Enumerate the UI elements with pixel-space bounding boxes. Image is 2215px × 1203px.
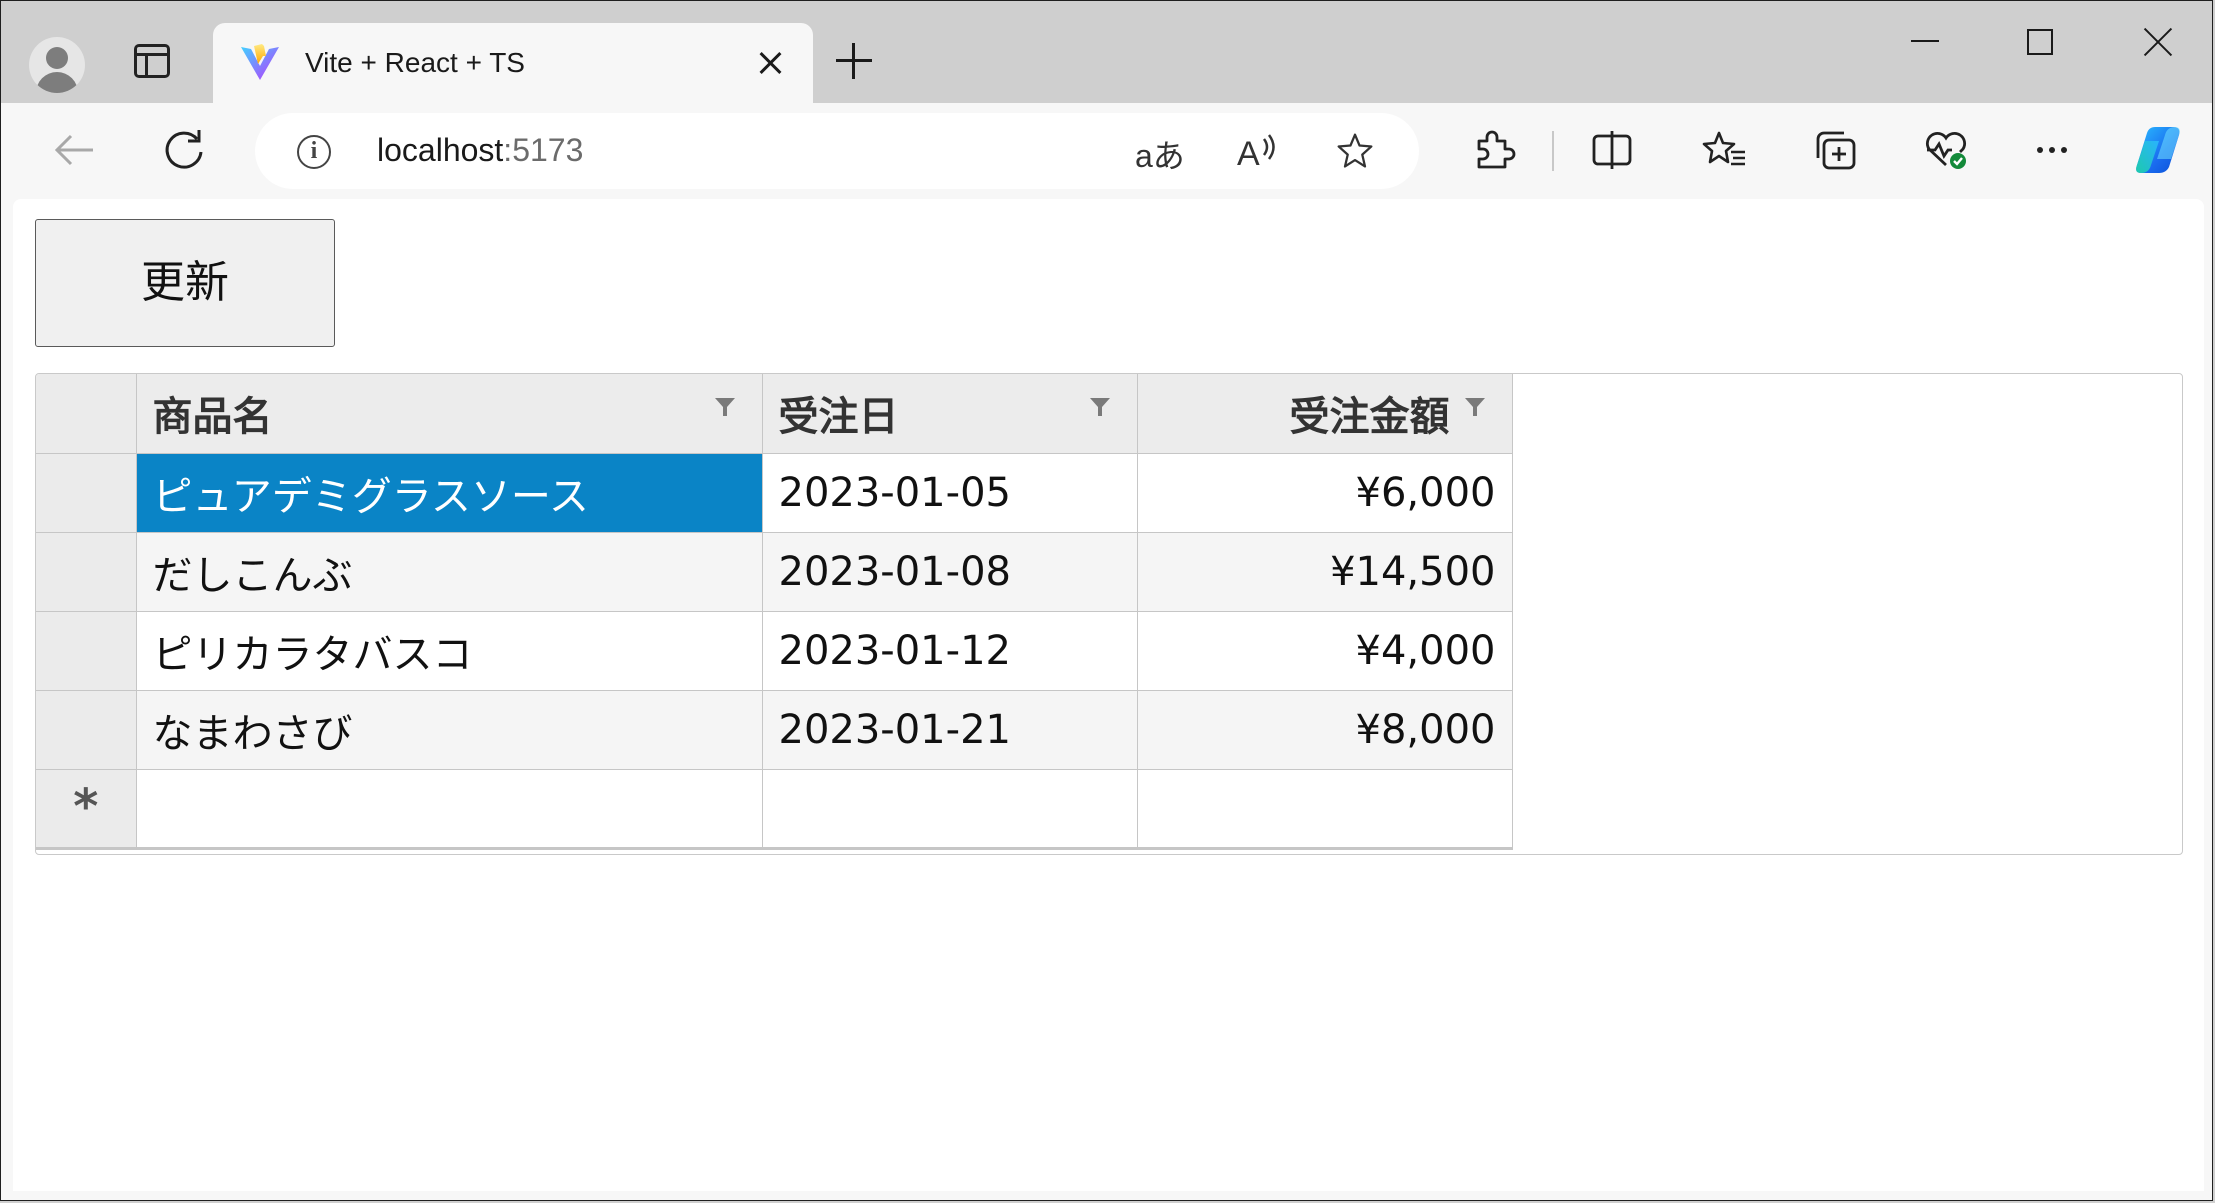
- new-row-marker: *: [73, 779, 99, 835]
- column-header-label: 受注日: [778, 394, 899, 441]
- page-content: 更新 商品名 受注日 受注金額 ピュアデミグラスソース 2023-01-05 ¥…: [13, 199, 2204, 1191]
- cell-amount[interactable]: ¥14,500: [1137, 532, 1513, 612]
- new-row-header[interactable]: *: [36, 769, 137, 850]
- tab-active[interactable]: Vite + React + TS: [213, 23, 813, 103]
- cell-amount[interactable]: ¥6,000: [1137, 453, 1513, 533]
- new-row[interactable]: *: [36, 769, 1513, 850]
- data-grid: 商品名 受注日 受注金額 ピュアデミグラスソース 2023-01-05 ¥6,0…: [35, 373, 2183, 855]
- cell-date[interactable]: 2023-01-21: [762, 690, 1138, 770]
- cell-amount[interactable]: [1137, 769, 1513, 850]
- extensions-icon[interactable]: [1469, 125, 1519, 175]
- cell-amount[interactable]: ¥4,000: [1137, 611, 1513, 691]
- column-header-label: 受注金額: [1289, 394, 1450, 441]
- filter-icon[interactable]: [1464, 396, 1486, 418]
- window-close-icon[interactable]: [2141, 25, 2175, 59]
- cell-product[interactable]: ピリカラタバスコ: [136, 611, 763, 691]
- back-arrow-icon[interactable]: [49, 125, 99, 175]
- url-host: localhost: [377, 132, 504, 168]
- profile-avatar-icon[interactable]: [29, 37, 85, 93]
- refresh-button[interactable]: 更新: [35, 219, 335, 347]
- browser-window: Vite + React + TS i localhost:5173 aあ A: [0, 0, 2213, 1201]
- copilot-icon[interactable]: [2129, 121, 2187, 179]
- cell-date[interactable]: [762, 769, 1138, 850]
- read-aloud-icon[interactable]: A: [1235, 131, 1279, 171]
- row-header[interactable]: [36, 453, 137, 533]
- address-bar[interactable]: i localhost:5173 aあ A: [255, 113, 1419, 189]
- cell-product[interactable]: [136, 769, 763, 850]
- reload-icon[interactable]: [159, 125, 209, 175]
- table-row[interactable]: ピュアデミグラスソース 2023-01-05 ¥6,000: [36, 453, 1513, 533]
- table-row[interactable]: なまわさび 2023-01-21 ¥8,000: [36, 690, 1513, 770]
- tab-strip: Vite + React + TS: [1, 1, 2212, 103]
- new-tab-icon[interactable]: [836, 43, 872, 79]
- filter-icon[interactable]: [1089, 396, 1111, 418]
- tab-actions-icon[interactable]: [134, 44, 170, 78]
- filter-icon[interactable]: [714, 396, 736, 418]
- row-header[interactable]: [36, 532, 137, 612]
- svg-text:A: A: [1237, 135, 1260, 171]
- vite-logo-icon: [241, 44, 279, 80]
- table-row[interactable]: ピリカラタバスコ 2023-01-12 ¥4,000: [36, 611, 1513, 691]
- maximize-icon[interactable]: [2027, 29, 2053, 55]
- row-header[interactable]: [36, 690, 137, 770]
- toolbar-divider: [1552, 131, 1554, 171]
- table-row[interactable]: だしこんぶ 2023-01-08 ¥14,500: [36, 532, 1513, 612]
- cell-date[interactable]: 2023-01-08: [762, 532, 1138, 612]
- cell-date[interactable]: 2023-01-05: [762, 453, 1138, 533]
- column-header-label: 商品名: [152, 394, 273, 441]
- grid-header-row: 商品名 受注日 受注金額: [36, 374, 1513, 454]
- cell-product[interactable]: だしこんぶ: [136, 532, 763, 612]
- favorites-icon[interactable]: [1699, 125, 1749, 175]
- favorite-star-icon[interactable]: [1333, 131, 1377, 171]
- column-header-amount[interactable]: 受注金額: [1137, 374, 1513, 454]
- column-header-date[interactable]: 受注日: [762, 374, 1138, 454]
- site-info-icon[interactable]: i: [297, 135, 331, 169]
- cell-product[interactable]: なまわさび: [136, 690, 763, 770]
- split-screen-icon[interactable]: [1587, 125, 1637, 175]
- url-port: :5173: [503, 132, 584, 168]
- cell-product[interactable]: ピュアデミグラスソース: [136, 453, 763, 533]
- column-header-product[interactable]: 商品名: [136, 374, 763, 454]
- cell-date[interactable]: 2023-01-12: [762, 611, 1138, 691]
- tab-close-icon[interactable]: [757, 49, 785, 77]
- collections-icon[interactable]: [1811, 125, 1861, 175]
- url-text[interactable]: localhost:5173: [377, 132, 583, 169]
- grid-table: 商品名 受注日 受注金額 ピュアデミグラスソース 2023-01-05 ¥6,0…: [36, 374, 1513, 850]
- browser-essentials-icon[interactable]: [1921, 125, 1971, 175]
- row-header[interactable]: [36, 611, 137, 691]
- minimize-icon[interactable]: [1911, 40, 1939, 42]
- more-options-icon[interactable]: [2027, 125, 2077, 175]
- translate-icon[interactable]: aあ: [1135, 131, 1185, 174]
- grid-corner-cell[interactable]: [36, 374, 137, 454]
- tab-title: Vite + React + TS: [305, 47, 525, 78]
- browser-toolbar: i localhost:5173 aあ A: [1, 103, 2212, 199]
- cell-amount[interactable]: ¥8,000: [1137, 690, 1513, 770]
